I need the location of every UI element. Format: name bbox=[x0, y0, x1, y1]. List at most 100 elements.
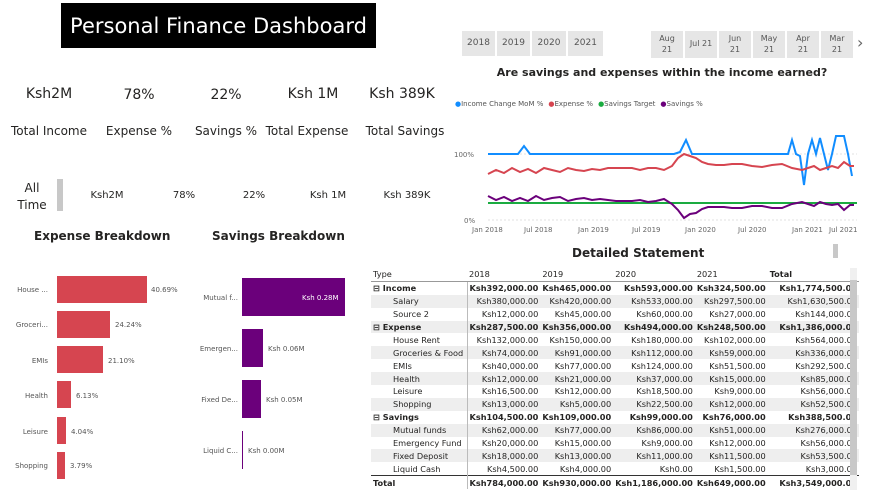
row-cell: Ksh27,000.00 bbox=[709, 309, 766, 320]
row-cell: Ksh593,000.00 bbox=[624, 283, 693, 294]
table-row[interactable]: ⊟ Income Ksh392,000.00 Ksh465,000.00 Ksh593… bbox=[371, 281, 859, 295]
kpi-savings-pct-label: Savings % bbox=[194, 124, 258, 138]
alltime-expense-pct: 78% bbox=[172, 190, 196, 201]
statement-focus-handle[interactable] bbox=[833, 244, 838, 258]
table-row[interactable]: Emergency Fund Ksh20,000.00 Ksh15,000.00 Ks… bbox=[371, 436, 859, 450]
month-year: 21 bbox=[831, 45, 843, 54]
month-slicer-may21[interactable]: May 21 bbox=[753, 31, 785, 58]
kpi-total-expense-label: Total Expense bbox=[265, 124, 349, 138]
x-tick-jul2018: Jul 2018 bbox=[523, 226, 553, 234]
expense-bar-value: 40.69% bbox=[151, 286, 178, 294]
header-2019[interactable]: 2019 bbox=[540, 268, 614, 282]
table-row[interactable]: Fixed Deposit Ksh18,000.00 Ksh13,000.00 Ksh… bbox=[371, 449, 859, 463]
header-2021[interactable]: 2021 bbox=[694, 268, 768, 282]
expense-bar-value: 6.13% bbox=[76, 392, 99, 400]
year-slicer-2018[interactable]: 2018 bbox=[462, 31, 495, 56]
expense-bar-label: EMIs bbox=[31, 357, 48, 365]
row-cell: Ksh86,000.00 bbox=[613, 423, 695, 437]
kpi-total-savings-label: Total Savings bbox=[365, 124, 445, 138]
row-cell: Ksh297,500.00 bbox=[694, 294, 768, 308]
expense-bar-value: 3.79% bbox=[70, 462, 93, 470]
series-expense-line bbox=[487, 152, 854, 175]
month-slicer-aug21[interactable]: Aug 21 bbox=[651, 31, 683, 58]
row-cell: Ksh53,500.00 bbox=[767, 449, 859, 463]
table-header-row: Type 2018 2019 2020 2021 Total bbox=[371, 268, 859, 282]
row-cell: Ksh12,000.00 bbox=[709, 438, 766, 449]
row-cell: Ksh180,000.00 bbox=[631, 334, 693, 345]
legend-item-target: ●Savings Target bbox=[598, 100, 656, 108]
row-label: House Rent bbox=[393, 334, 441, 345]
table-row[interactable]: Health Ksh12,000.00 Ksh21,000.00 Ksh37,000.… bbox=[371, 372, 859, 386]
year-slicer-2020[interactable]: 2020 bbox=[532, 31, 566, 56]
table-row[interactable]: ⊟ Expense Ksh287,500.00 Ksh356,000.00 Ksh49… bbox=[371, 320, 859, 334]
savings-bar-label: Liquid C... bbox=[203, 447, 238, 455]
table-row[interactable]: Shopping Ksh13,000.00 Ksh5,000.00 Ksh22,500… bbox=[371, 397, 859, 411]
series-income-change-line bbox=[488, 135, 853, 186]
row-cell: Ksh21,000.00 bbox=[540, 372, 614, 386]
savings-bar-label: Emergen... bbox=[199, 345, 238, 353]
statement-scrollbar-thumb[interactable] bbox=[850, 280, 857, 475]
row-cell: Ksh11,500.00 bbox=[694, 449, 768, 463]
row-cell: Ksh51,500.00 bbox=[709, 360, 766, 371]
table-row[interactable]: EMIs Ksh40,000.00 Ksh77,000.00 Ksh124,000.0… bbox=[371, 359, 859, 373]
row-label: ⊟ Savings bbox=[373, 412, 419, 423]
row-cell: Ksh37,000.00 bbox=[613, 372, 695, 386]
expense-bar bbox=[57, 346, 103, 373]
chevron-right-icon[interactable]: › bbox=[857, 33, 863, 52]
row-cell: Ksh13,000.00 bbox=[466, 397, 541, 411]
alltime-savings-pct: 22% bbox=[242, 190, 266, 201]
savings-bar bbox=[242, 380, 261, 418]
table-row[interactable]: Source 2 Ksh12,000.00 Ksh45,000.00 Ksh60,00… bbox=[371, 307, 859, 321]
year-slicer-2019[interactable]: 2019 bbox=[497, 31, 530, 56]
month-slicer-jun21[interactable]: Jun 21 bbox=[719, 31, 751, 58]
row-cell: Ksh380,000.00 bbox=[466, 294, 541, 308]
row-cell: Ksh494,000.00 bbox=[613, 320, 695, 334]
table-row[interactable]: Liquid Cash Ksh4,500.00 Ksh4,000.00 Ksh0.00… bbox=[371, 462, 859, 476]
statement-scrollbar[interactable] bbox=[850, 268, 857, 490]
row-cell: Ksh91,000.00 bbox=[540, 346, 614, 360]
row-cell: Ksh564,000.00 bbox=[795, 334, 857, 345]
row-cell: Ksh12,000.00 bbox=[466, 307, 541, 321]
row-label: Source 2 bbox=[393, 309, 429, 320]
row-cell: Ksh287,500.00 bbox=[466, 320, 541, 334]
savings-bar-value: Ksh 0.28M bbox=[302, 294, 339, 302]
row-cell: Ksh109,000.00 bbox=[542, 412, 612, 423]
month-year: 21 bbox=[661, 45, 673, 54]
expense-bar bbox=[57, 381, 71, 408]
expense-bar-label: Leisure bbox=[22, 428, 48, 436]
row-cell: Ksh59,000.00 bbox=[694, 346, 768, 360]
header-2020[interactable]: 2020 bbox=[613, 268, 695, 282]
expense-bar-label: Health bbox=[25, 392, 48, 400]
legend-item-expense: ●Expense % bbox=[548, 100, 594, 108]
row-cell: Ksh0.00 bbox=[659, 463, 693, 474]
year-slicer-2021[interactable]: 2021 bbox=[568, 31, 603, 56]
total-cell: Ksh784,000.00 bbox=[466, 475, 541, 490]
kpi-expense-pct-value: 78% bbox=[123, 87, 155, 103]
row-label: Groceries & Food bbox=[371, 346, 467, 360]
header-total[interactable]: Total bbox=[767, 268, 859, 282]
row-cell: Ksh1,630,500.00 bbox=[767, 294, 859, 308]
table-row[interactable]: House Rent Ksh132,000.00 Ksh150,000.00 Ksh1… bbox=[371, 333, 859, 347]
table-row[interactable]: Leisure Ksh16,500.00 Ksh12,000.00 Ksh18,500… bbox=[371, 385, 859, 398]
row-cell: Ksh52,500.00 bbox=[767, 397, 859, 411]
table-row[interactable]: Salary Ksh380,000.00 Ksh420,000.00 Ksh533,0… bbox=[371, 294, 859, 308]
header-2018[interactable]: 2018 bbox=[467, 268, 541, 282]
month-slicer-apr21[interactable]: Apr 21 bbox=[787, 31, 819, 58]
row-cell: Ksh62,000.00 bbox=[466, 423, 541, 437]
page-title: Personal Finance Dashboard bbox=[61, 3, 376, 48]
x-tick-jan2018: Jan 2018 bbox=[471, 226, 503, 234]
month-slicer-mar21[interactable]: Mar 21 bbox=[821, 31, 853, 58]
month-slicer-jul21[interactable]: Jul 21 bbox=[685, 31, 717, 58]
header-type[interactable]: Type bbox=[371, 268, 467, 282]
x-tick-jul2021: Jul 2021 bbox=[828, 226, 858, 234]
row-cell: Ksh3,000.00 bbox=[805, 463, 857, 474]
row-cell: Ksh4,000.00 bbox=[559, 463, 612, 474]
row-cell: Ksh356,000.00 bbox=[540, 320, 614, 334]
savings-bar-value: Ksh 0.05M bbox=[266, 396, 303, 404]
row-cell: Ksh9,000.00 bbox=[714, 386, 766, 397]
table-row[interactable]: ⊟ Savings Ksh104,500.00 Ksh109,000.00 Ksh99… bbox=[371, 410, 859, 424]
table-row[interactable]: Groceries & Food Ksh74,000.00 Ksh91,000.00… bbox=[371, 346, 859, 360]
row-cell: Ksh144,000.00 bbox=[795, 309, 857, 320]
table-row[interactable]: Mutual funds Ksh62,000.00 Ksh77,000.00 Ksh8… bbox=[371, 423, 859, 437]
total-label: Total bbox=[371, 475, 467, 490]
